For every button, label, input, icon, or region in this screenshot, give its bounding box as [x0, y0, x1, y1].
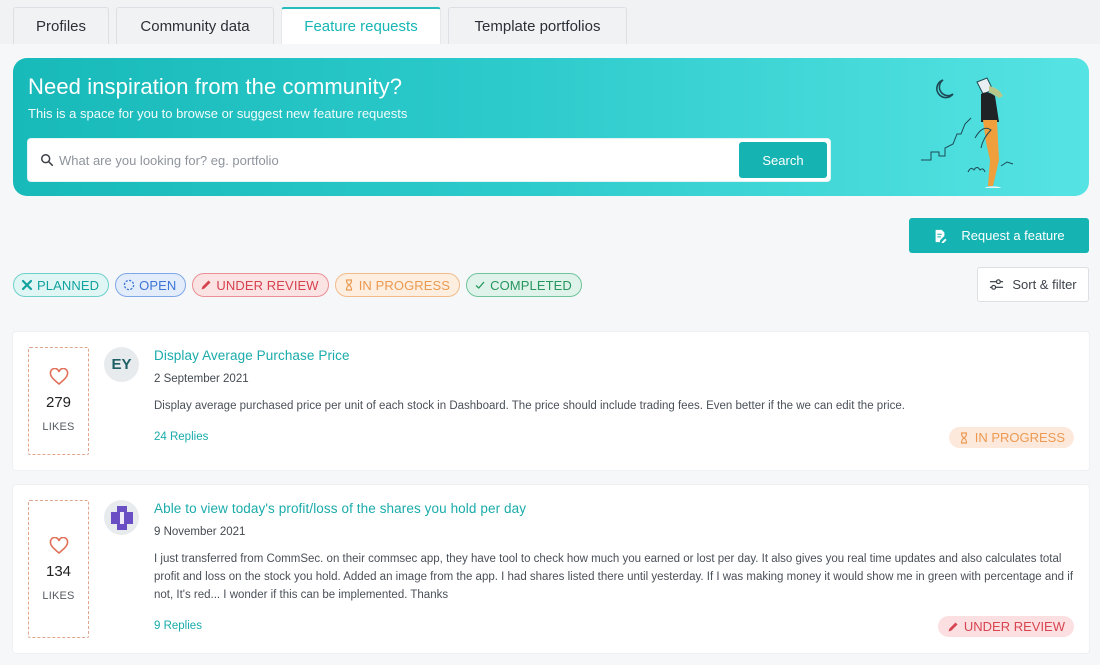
replies-link[interactable]: 24 Replies: [154, 431, 208, 443]
filter-planned-label: PLANNED: [37, 277, 100, 293]
hourglass-icon: [960, 431, 967, 444]
tab-community-data[interactable]: Community data: [116, 7, 274, 44]
tab-feature-requests[interactable]: Feature requests: [281, 7, 441, 44]
request-feature-button[interactable]: Request a feature: [909, 218, 1089, 253]
sliders-icon: [990, 279, 1004, 290]
heart-icon: [49, 368, 68, 386]
check-icon: [475, 281, 485, 289]
filter-planned[interactable]: PLANNED: [13, 273, 110, 297]
likes-count: 279: [45, 394, 72, 411]
pencil-icon: [201, 280, 211, 290]
tab-profiles[interactable]: Profiles: [13, 7, 109, 44]
filter-in-progress-label: IN PROGRESS: [358, 277, 451, 293]
search-icon: [41, 154, 54, 167]
request-body: I just transferred from CommSec. on thei…: [154, 553, 1074, 601]
request-title[interactable]: Display Average Purchase Price: [154, 348, 350, 363]
hourglass-icon: [345, 279, 352, 291]
search-button[interactable]: Search: [739, 142, 827, 178]
search-input[interactable]: [59, 139, 729, 181]
feature-request-card: 279 LIKES EY Display Average Purchase Pr…: [13, 332, 1089, 470]
sort-filter-label: Sort & filter: [1012, 277, 1077, 292]
document-edit-icon: [935, 229, 947, 243]
like-button[interactable]: 279 LIKES: [28, 347, 89, 455]
avatar: [104, 500, 139, 535]
request-date: 2 September 2021: [154, 373, 249, 385]
status-badge: IN PROGRESS: [948, 427, 1074, 448]
status-label: IN PROGRESS: [974, 430, 1065, 445]
status-label: UNDER REVIEW: [963, 619, 1065, 634]
filter-under-review-label: UNDER REVIEW: [216, 277, 319, 293]
tab-template-portfolios[interactable]: Template portfolios: [448, 7, 627, 44]
like-button[interactable]: 134 LIKES: [28, 500, 89, 638]
heart-icon: [49, 537, 68, 555]
filter-open-label: OPEN: [139, 277, 177, 293]
tab-bar: Profiles Community data Feature requests…: [0, 0, 1100, 44]
tools-icon: [21, 279, 33, 291]
dashed-circle-icon: [123, 279, 135, 291]
filter-open[interactable]: OPEN: [115, 273, 187, 297]
request-title[interactable]: Able to view today's profit/loss of the …: [154, 501, 526, 516]
filter-under-review[interactable]: UNDER REVIEW: [192, 273, 329, 297]
request-body: Display average purchased price per unit…: [154, 400, 905, 412]
sort-filter-button[interactable]: Sort & filter: [977, 267, 1089, 302]
feature-request-card: 134 LIKES Able to view today's profit/lo…: [13, 485, 1089, 653]
request-date: 9 November 2021: [154, 526, 246, 538]
hero-subtitle: This is a space for you to browse or sug…: [28, 106, 408, 121]
hero-banner: Need inspiration from the community? Thi…: [13, 58, 1089, 196]
request-feature-label: Request a feature: [961, 228, 1065, 243]
likes-label: LIKES: [42, 421, 75, 433]
search-bar: Search: [27, 138, 831, 182]
likes-label: LIKES: [42, 590, 75, 602]
hero-title: Need inspiration from the community?: [28, 74, 403, 99]
avatar: EY: [104, 347, 139, 382]
filter-completed-label: COMPLETED: [490, 277, 572, 293]
replies-link[interactable]: 9 Replies: [154, 620, 202, 632]
status-filter-row: PLANNED OPEN UNDER REVIEW IN PROGRESS CO…: [13, 273, 582, 297]
likes-count: 134: [45, 563, 72, 580]
filter-completed[interactable]: COMPLETED: [466, 273, 582, 297]
person-with-telescope-illustration: [921, 77, 1014, 188]
identicon-avatar-icon: [110, 505, 133, 530]
status-badge: UNDER REVIEW: [937, 616, 1074, 637]
filter-in-progress[interactable]: IN PROGRESS: [334, 273, 461, 297]
pencil-icon: [948, 622, 958, 631]
